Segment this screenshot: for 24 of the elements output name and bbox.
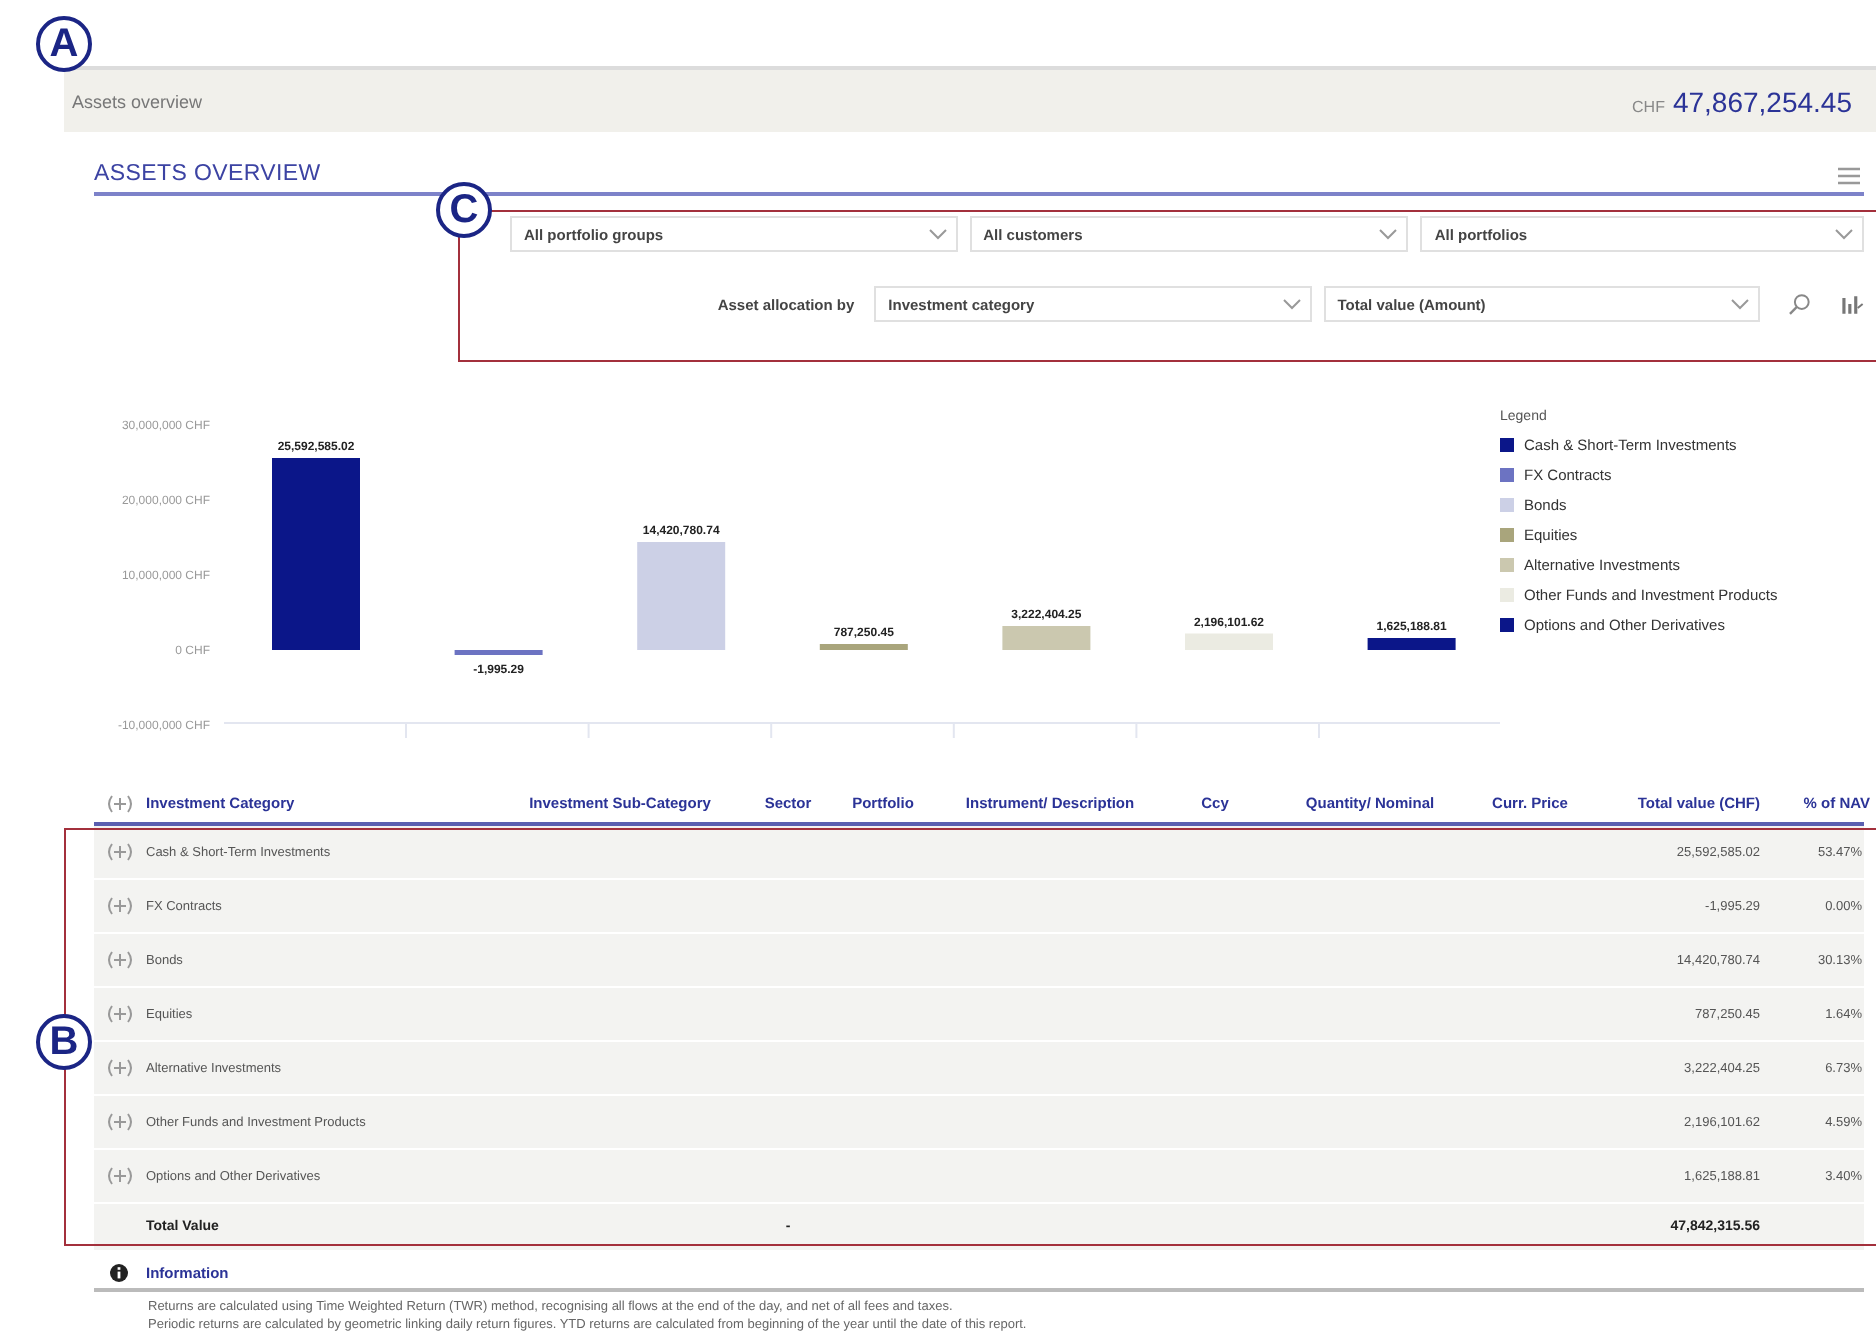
total-amount: 47,867,254.45 bbox=[1672, 85, 1852, 117]
chevron-icon bbox=[927, 228, 948, 240]
annotation-marker: B bbox=[36, 1014, 92, 1070]
chevron-icon bbox=[1378, 228, 1399, 240]
expand-icon[interactable] bbox=[106, 842, 134, 862]
section-title: ASSETS OVERVIEW bbox=[94, 162, 321, 186]
expand-icon[interactable] bbox=[106, 1112, 134, 1132]
expand-icon[interactable] bbox=[106, 793, 134, 813]
currency-label: CHF bbox=[1632, 97, 1665, 115]
info-icon bbox=[110, 1263, 128, 1281]
chevron-icon bbox=[1730, 298, 1751, 310]
chevron-icon bbox=[1834, 228, 1854, 240]
annotation-marker: A bbox=[36, 16, 92, 72]
expand-icon[interactable] bbox=[106, 1166, 134, 1186]
expand-icon[interactable] bbox=[106, 950, 134, 970]
annotation-marker: C bbox=[436, 182, 492, 238]
page-title: Assets overview bbox=[72, 91, 203, 111]
expand-icon[interactable] bbox=[106, 896, 134, 916]
expand-icon[interactable] bbox=[106, 1004, 134, 1024]
menu-icon[interactable] bbox=[1838, 166, 1860, 186]
chart-settings-icon[interactable] bbox=[1840, 292, 1865, 316]
chevron-icon bbox=[1281, 298, 1302, 310]
expand-icon[interactable] bbox=[106, 1058, 134, 1078]
search-icon[interactable] bbox=[1788, 292, 1813, 316]
